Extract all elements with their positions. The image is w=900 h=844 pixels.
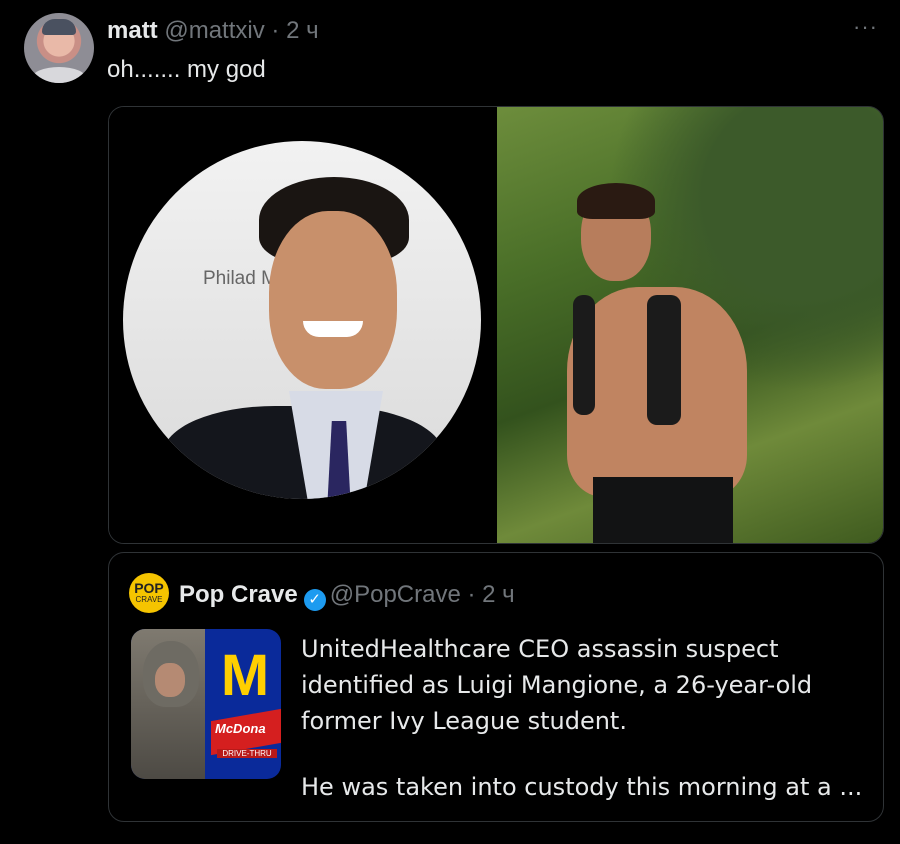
quoted-tweet[interactable]: POP CRAVE Pop Crave ✓ @PopCrave · 2 ч M Mc… <box>108 552 884 822</box>
mcdonalds-sign-text: McDona <box>215 721 266 736</box>
thumb-face <box>155 663 185 697</box>
quoted-text: UnitedHealthcare CEO assassin suspect id… <box>301 631 871 835</box>
tweet-header: matt @mattxiv · 2 ч <box>107 17 319 45</box>
tweet-text: oh....... my god <box>107 56 266 83</box>
avatar-hat <box>42 19 76 35</box>
backpack-strap-left <box>573 295 595 415</box>
shorts <box>593 477 733 543</box>
quoted-paragraph-2: He was taken into custody this morning a… <box>301 773 863 801</box>
verified-badge-icon: ✓ <box>303 589 326 611</box>
photo-right[interactable] <box>497 107 883 543</box>
avatar-shirt <box>32 67 86 83</box>
portrait-circle: Philad Muse <box>123 141 481 499</box>
separator: · <box>271 17 280 44</box>
quoted-paragraph-1: UnitedHealthcare CEO assassin suspect id… <box>301 635 813 735</box>
timestamp[interactable]: 2 ч <box>286 17 319 44</box>
backpack-strap-right <box>647 295 681 425</box>
display-name[interactable]: matt <box>107 17 158 44</box>
quoted-separator: · <box>467 581 476 608</box>
quoted-display-name[interactable]: Pop Crave <box>179 581 298 608</box>
more-options-icon[interactable]: ··· <box>853 14 878 40</box>
pop-crave-logo-text: POP <box>134 580 164 596</box>
quoted-timestamp[interactable]: 2 ч <box>482 581 515 608</box>
avatar[interactable] <box>24 13 94 83</box>
mcdonalds-arches-icon: M <box>220 643 270 708</box>
quoted-thumbnail[interactable]: M McDona DRIVE-THRU <box>131 629 281 779</box>
drive-thru-sign: DRIVE-THRU <box>217 749 277 758</box>
pop-crave-logo-subtext: CRAVE <box>135 595 163 604</box>
photo-left[interactable]: Philad Muse <box>109 107 496 543</box>
quoted-handle[interactable]: @PopCrave <box>330 581 461 608</box>
hair <box>577 183 655 219</box>
face <box>269 211 397 389</box>
smile <box>303 321 363 337</box>
handle[interactable]: @mattxiv <box>164 17 264 44</box>
media-grid: Philad Muse <box>108 106 884 544</box>
pop-crave-avatar[interactable]: POP CRAVE <box>129 573 169 613</box>
quoted-header: Pop Crave ✓ @PopCrave · 2 ч <box>179 581 515 611</box>
